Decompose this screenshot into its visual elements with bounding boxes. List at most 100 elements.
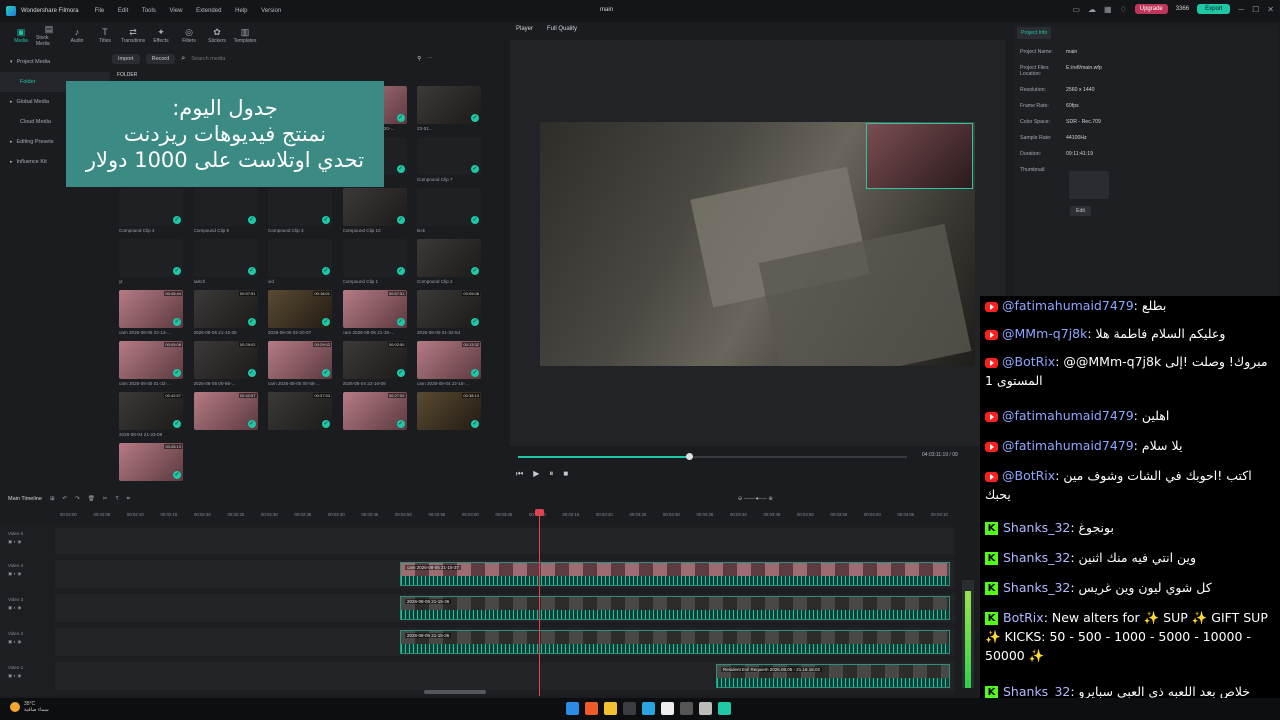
minimize-icon[interactable]: ─ (1238, 5, 1244, 14)
filter-icon[interactable]: ⚲ (417, 56, 421, 62)
folder-icon[interactable] (604, 702, 617, 715)
telegram-icon[interactable] (642, 702, 655, 715)
upgrade-button[interactable]: Upgrade (1134, 4, 1168, 14)
quality-select[interactable]: Full Quality (547, 26, 577, 38)
timeline-clip[interactable]: 2026-08-05 21-15-36 (400, 596, 950, 620)
tab-stock-media[interactable]: ▤ Stock Media (36, 22, 62, 48)
text-icon[interactable]: T (115, 496, 118, 502)
media-clip[interactable]: ✓ Compound Clip 10 (342, 188, 407, 233)
more-icon[interactable]: ⋯ (427, 56, 433, 62)
progress-handle[interactable] (686, 453, 693, 460)
delete-icon[interactable]: 🗑 (88, 496, 95, 502)
undo-icon[interactable]: ↶ (63, 496, 68, 502)
media-clip[interactable]: 00:37:53 ✓ (268, 392, 332, 432)
timeline-ruler[interactable]: 00:02:00 00:02:05 00:02:10 00:02:15 00:02:20… (55, 510, 955, 522)
track-controls-icon[interactable]: ▣ ◐ ◉ (8, 571, 47, 577)
track-controls-icon[interactable]: ▣ ◐ ◉ (8, 673, 47, 679)
track-header[interactable]: Video 5 ▣ ◐ ◉ (0, 528, 55, 548)
search-input[interactable] (191, 56, 412, 62)
layout-icon[interactable]: ▦ (1104, 5, 1112, 14)
media-clip[interactable]: 00:28:13 ✓ (119, 443, 183, 483)
media-clip[interactable]: 00:13:32 ✓ cam 2026-08-04 22-16-... (417, 341, 481, 386)
edit-thumbnail-button[interactable]: Edit (1070, 206, 1091, 216)
tab-media[interactable]: ▣ Media (8, 22, 34, 48)
store-icon[interactable] (623, 702, 636, 715)
tab-stickers[interactable]: ✿ Stickers (204, 22, 230, 48)
media-clip[interactable]: ✓ Compound Clip 4 (119, 188, 183, 233)
media-clip[interactable]: 00:45:44 ✓ cam 2026-08-05 22-13-... (119, 290, 183, 335)
track-header[interactable]: Video 2 ▣ ◐ ◉ (0, 628, 55, 648)
tab-transitions[interactable]: ⇄ Transitions (120, 22, 146, 48)
cloud-icon[interactable]: ☁ (1088, 5, 1096, 14)
media-clip[interactable]: ✓ Compound Clip 3 (268, 188, 332, 233)
menu-version[interactable]: Version (261, 8, 281, 14)
media-clip[interactable]: 00:57:51 ✓ cam 2026-08-05 21-15-... (342, 290, 407, 335)
pause-icon[interactable]: ⏸ (549, 469, 553, 479)
media-clip[interactable]: 00:05:08 ✓ cam 2026-08-05 01-32-... (119, 341, 183, 386)
media-clip[interactable]: ✓ yt (119, 239, 183, 284)
tab-filters[interactable]: ◎ Filters (176, 22, 202, 48)
zoom-slider[interactable]: ⊖ ───●── ⊕ (738, 496, 773, 502)
track-header[interactable]: Video 1 ▣ ◐ ◉ (0, 662, 55, 682)
media-clip[interactable]: 00:57:51 ✓ 2026-08-05 21-15-36 (193, 290, 258, 335)
media-clip[interactable]: 00:38:13 ✓ (417, 392, 481, 432)
track-header[interactable]: Video 4 ▣ ◐ ◉ (0, 560, 55, 580)
grid-icon[interactable]: ⊞ (50, 496, 55, 502)
notification-icon[interactable]: ♢ (1120, 5, 1127, 14)
menu-file[interactable]: File (95, 8, 105, 14)
maximize-icon[interactable]: ☐ (1252, 5, 1259, 14)
filmora-taskbar-icon[interactable] (718, 702, 731, 715)
track-controls-icon[interactable]: ▣ ◐ ◉ (8, 539, 47, 545)
stop-icon[interactable]: ■ (563, 469, 568, 479)
tab-effects[interactable]: ✦ Effects (148, 22, 174, 48)
tab-titles[interactable]: T Titles (92, 22, 118, 48)
media-clip[interactable]: ✓ Compound Clip 2 (417, 239, 481, 284)
tab-project-info[interactable]: Project Info (1017, 27, 1052, 39)
timeline-clip[interactable]: Resident Evil Requiem 2026.08.05 - 21.16… (716, 664, 950, 688)
media-clip[interactable]: 00:29:02 ✓ 2026-08-05 00-56-... (193, 341, 258, 386)
tab-templates[interactable]: ▥ Templates (232, 22, 258, 48)
split-icon[interactable]: ✂ (103, 496, 108, 502)
player-progress[interactable] (518, 456, 907, 458)
weather-widget[interactable]: 35°C سماء صافية (10, 701, 49, 713)
close-icon[interactable]: ✕ (1267, 5, 1274, 14)
track-lane[interactable] (55, 528, 955, 554)
media-clip[interactable]: ✓ kick (417, 188, 481, 233)
timeline-clip[interactable]: 2026-08-05 21-15-36 (400, 630, 950, 654)
playhead[interactable] (539, 512, 540, 696)
media-clip[interactable]: ✓ 23-51... (417, 86, 481, 131)
windows-start-icon[interactable] (566, 702, 579, 715)
timeline-scrollbar[interactable] (424, 690, 486, 694)
device-icon[interactable]: ▭ (1072, 5, 1080, 14)
media-clip[interactable]: 00:29:02 ✓ cam 2026-08-05 00-56-... (268, 341, 332, 386)
media-clip[interactable]: 00:02:50 ✓ 2026-08-04 22-16-08 (342, 341, 407, 386)
menu-extended[interactable]: Extended (196, 8, 221, 14)
tab-audio[interactable]: ♪ Audio (64, 22, 90, 48)
record-button[interactable]: Record (145, 54, 176, 64)
media-clip[interactable]: 00:18:01 ✓ 2026-08-06 02-20-07 (268, 290, 332, 335)
play-icon[interactable]: ▶ (533, 469, 539, 479)
sidebar-item-project-media[interactable]: ▾ Project Media (0, 52, 110, 72)
media-clip[interactable]: 00:05:08 ✓ 2026-08-05 01-32-54 (417, 290, 481, 335)
track-controls-icon[interactable]: ▣ ◐ ◉ (8, 605, 47, 611)
media-clip[interactable]: 00:42:57 ✓ 2026-08-04 21-33-09 (119, 392, 183, 437)
brave-icon[interactable] (585, 702, 598, 715)
import-button[interactable]: Import (112, 54, 140, 64)
menu-help[interactable]: Help (235, 8, 247, 14)
facecam-overlay[interactable] (866, 123, 973, 189)
export-button[interactable]: Export (1197, 4, 1231, 14)
track-header[interactable]: Video 3 ▣ ◐ ◉ (0, 594, 55, 614)
crop-icon[interactable]: ⌗ (127, 496, 130, 503)
media-clip[interactable]: ✓ twitch (193, 239, 258, 284)
media-clip[interactable]: ✓ vid (268, 239, 332, 284)
media-clip[interactable]: ✓ Compound Clip 7 (417, 137, 481, 182)
app-icon-2[interactable] (699, 702, 712, 715)
media-clip[interactable]: 00:27:53 ✓ (342, 392, 407, 432)
menu-tools[interactable]: Tools (142, 8, 156, 14)
redo-icon[interactable]: ↷ (75, 496, 80, 502)
media-clip[interactable]: 00:42:57 ✓ (193, 392, 258, 432)
menu-view[interactable]: View (170, 8, 183, 14)
timeline-label[interactable]: Main Timeline (8, 496, 42, 502)
track-controls-icon[interactable]: ▣ ◐ ◉ (8, 639, 47, 645)
prev-frame-icon[interactable]: ⏮ (516, 469, 523, 479)
